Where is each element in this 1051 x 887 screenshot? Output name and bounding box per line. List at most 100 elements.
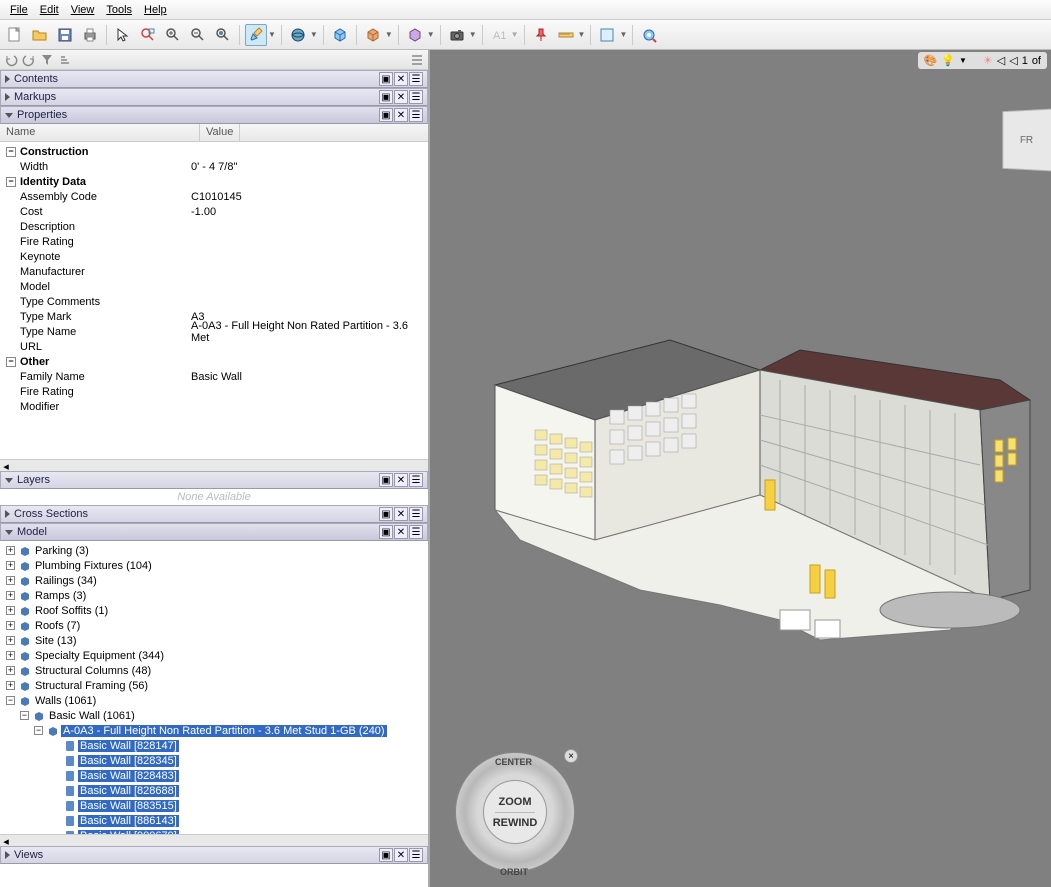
sort-icon[interactable] — [58, 53, 72, 67]
panel-pin-icon[interactable]: ▣ — [379, 507, 393, 521]
palette-icon[interactable]: 🎨 — [924, 54, 938, 67]
panel-close-icon[interactable]: ✕ — [394, 525, 408, 539]
bulb-dropdown[interactable]: ▼ — [959, 56, 967, 65]
tree-expand[interactable]: + — [6, 666, 15, 675]
panel-layers[interactable]: Layers ▣✕☰ — [0, 471, 428, 489]
text-button[interactable]: A1 — [488, 24, 510, 46]
panel-close-icon[interactable]: ✕ — [394, 473, 408, 487]
tree-expand[interactable]: − — [6, 696, 15, 705]
tree-item-selected[interactable]: Basic Wall [886143] — [78, 815, 179, 827]
panel-menu-icon[interactable]: ☰ — [409, 507, 423, 521]
tree-expand[interactable]: + — [6, 636, 15, 645]
tree-item-selected[interactable]: Basic Wall [828147] — [78, 740, 179, 752]
panel-markups[interactable]: Markups ▣✕☰ — [0, 88, 428, 106]
panel-pin-icon[interactable]: ▣ — [379, 72, 393, 86]
navwheel-zoom[interactable]: ZOOM — [499, 796, 532, 808]
navwheel-orbit[interactable]: ORBIT — [500, 867, 528, 877]
measure-dropdown[interactable]: ▼ — [578, 30, 586, 39]
zoom-in-button[interactable] — [162, 24, 184, 46]
navigation-wheel[interactable]: CENTER ORBIT ZOOM REWIND × — [450, 747, 580, 877]
viewcube[interactable]: FR — [1002, 109, 1051, 172]
scrollbar[interactable]: ◂ — [0, 834, 428, 846]
menu-icon[interactable] — [410, 53, 424, 67]
tree-expand[interactable]: + — [6, 681, 15, 690]
tree-expand[interactable]: + — [6, 546, 15, 555]
undo-icon[interactable] — [4, 53, 18, 67]
panel-menu-icon[interactable]: ☰ — [409, 108, 423, 122]
camera-dropdown[interactable]: ▼ — [469, 30, 477, 39]
zoom-extents-button[interactable] — [212, 24, 234, 46]
highlight-dropdown[interactable]: ▼ — [268, 30, 276, 39]
text-dropdown[interactable]: ▼ — [511, 30, 519, 39]
panel-pin-icon[interactable]: ▣ — [379, 90, 393, 104]
new-button[interactable] — [4, 24, 26, 46]
tree-expand[interactable]: + — [6, 561, 15, 570]
col-name[interactable]: Name — [0, 124, 200, 141]
measure-button[interactable] — [555, 24, 577, 46]
tree-item[interactable]: Walls (1061) — [33, 695, 98, 707]
expand-toggle[interactable]: − — [6, 147, 16, 157]
panel-close-icon[interactable]: ✕ — [394, 90, 408, 104]
tree-expand[interactable]: + — [6, 591, 15, 600]
col-value[interactable]: Value — [200, 124, 240, 141]
component-button[interactable] — [404, 24, 426, 46]
panel-close-icon[interactable]: ✕ — [394, 72, 408, 86]
settings-button[interactable] — [638, 24, 660, 46]
tree-item[interactable]: Site (13) — [33, 635, 79, 647]
view-mode-button[interactable] — [596, 24, 618, 46]
tree-expand[interactable]: + — [6, 651, 15, 660]
panel-menu-icon[interactable]: ☰ — [409, 72, 423, 86]
zoom-window-button[interactable] — [137, 24, 159, 46]
panel-close-icon[interactable]: ✕ — [394, 507, 408, 521]
tree-item[interactable]: Ramps (3) — [33, 590, 88, 602]
tree-item-selected[interactable]: Basic Wall [883515] — [78, 800, 179, 812]
camera-button[interactable] — [446, 24, 468, 46]
navwheel-center[interactable]: CENTER — [495, 757, 532, 767]
panel-menu-icon[interactable]: ☰ — [409, 90, 423, 104]
prev-page2[interactable]: ◁ — [1009, 54, 1017, 67]
panel-close-icon[interactable]: ✕ — [394, 108, 408, 122]
zoom-out-button[interactable] — [187, 24, 209, 46]
tree-expand[interactable]: − — [20, 711, 29, 720]
panel-views[interactable]: Views ▣✕☰ — [0, 846, 428, 864]
tree-item[interactable]: Railings (34) — [33, 575, 99, 587]
panel-menu-icon[interactable]: ☰ — [409, 525, 423, 539]
menu-tools[interactable]: Tools — [100, 2, 138, 18]
tree-item[interactable]: Structural Framing (56) — [33, 680, 150, 692]
package-button[interactable] — [362, 24, 384, 46]
menu-file[interactable]: File — [4, 2, 34, 18]
save-button[interactable] — [54, 24, 76, 46]
tree-expand[interactable]: − — [34, 726, 43, 735]
expand-toggle[interactable]: − — [6, 177, 16, 187]
tree-item[interactable]: Structural Columns (48) — [33, 665, 153, 677]
tree-expand[interactable]: + — [6, 606, 15, 615]
navwheel-rewind[interactable]: REWIND — [493, 817, 538, 829]
panel-menu-icon[interactable]: ☰ — [409, 848, 423, 862]
tree-expand[interactable]: + — [6, 576, 15, 585]
panel-pin-icon[interactable]: ▣ — [379, 108, 393, 122]
redo-icon[interactable] — [22, 53, 36, 67]
menu-view[interactable]: View — [65, 2, 101, 18]
tree-item-selected[interactable]: A-0A3 - Full Height Non Rated Partition … — [61, 725, 387, 737]
panel-crosssections[interactable]: Cross Sections ▣✕☰ — [0, 505, 428, 523]
expand-toggle[interactable]: − — [6, 357, 16, 367]
panel-close-icon[interactable]: ✕ — [394, 848, 408, 862]
panel-model[interactable]: Model ▣✕☰ — [0, 523, 428, 541]
prev-page[interactable]: ◁ — [997, 54, 1005, 67]
package-dropdown[interactable]: ▼ — [385, 30, 393, 39]
panel-contents[interactable]: Contents ▣✕☰ — [0, 70, 428, 88]
box-button[interactable] — [329, 24, 351, 46]
panel-pin-icon[interactable]: ▣ — [379, 525, 393, 539]
globe-dropdown[interactable]: ▼ — [310, 30, 318, 39]
tree-expand[interactable]: + — [6, 621, 15, 630]
scrollbar[interactable]: ◂ — [0, 459, 428, 471]
pointer-button[interactable] — [112, 24, 134, 46]
tree-item[interactable]: Plumbing Fixtures (104) — [33, 560, 154, 572]
globe-button[interactable] — [287, 24, 309, 46]
tree-item[interactable]: Basic Wall (1061) — [47, 710, 137, 722]
navwheel-close[interactable]: × — [564, 749, 578, 763]
lightbulb-icon[interactable]: 💡 — [941, 54, 955, 67]
panel-properties[interactable]: Properties ▣✕☰ — [0, 106, 428, 124]
highlight-button[interactable] — [245, 24, 267, 46]
tree-item[interactable]: Roof Soffits (1) — [33, 605, 110, 617]
